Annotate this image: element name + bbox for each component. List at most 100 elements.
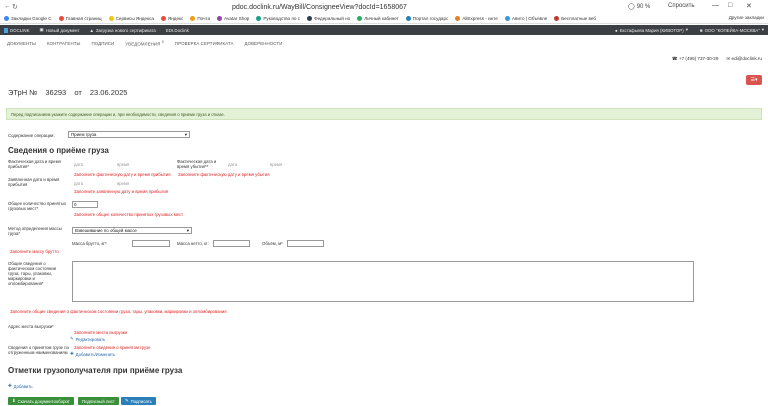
weight-method-label: Метод определения массы груза*	[8, 226, 62, 236]
bookmark-favicon-icon	[504, 16, 510, 21]
bookmark-item[interactable]: Главная страниц	[58, 16, 102, 21]
bookmark-favicon-icon	[58, 16, 64, 21]
section-title-marks: Отметки грузополучателя при приёме груза	[8, 366, 183, 375]
building-icon: ■	[699, 27, 703, 33]
places-input[interactable]: 0	[72, 201, 98, 208]
departure-date-input[interactable]: дата	[228, 162, 237, 167]
unload-address-error: Заполните места выгрузки	[74, 330, 128, 335]
bookmark-item[interactable]: AliExpress - инте	[455, 16, 498, 21]
user-menu[interactable]: ● Екстафьева Мария (КИВОТОР) ▾	[615, 27, 688, 33]
nav-documents[interactable]: ДОКУМЕНТЫ	[7, 41, 36, 46]
bookmark-item[interactable]: Федеральный но	[307, 16, 350, 21]
notifications-badge: 0	[161, 39, 164, 44]
email-contact[interactable]: ✉ edi@doclink.ru	[726, 56, 762, 62]
departure-error: Заполните фактическую дату и время убыти…	[178, 172, 270, 177]
bookmark-item[interactable]: Сервисы Яндекса	[108, 16, 154, 21]
bookmark-item[interactable]: Закладки Google C	[4, 16, 52, 21]
info-alert: Перед подписанием укажите содержание опе…	[6, 108, 762, 120]
bookmark-item[interactable]: Портал государс	[405, 16, 448, 21]
phone-contact: ☎ +7 (495) 737-30-29	[671, 56, 719, 61]
arrival-label: Фактическая дата и время прибытия*	[8, 159, 61, 169]
upload-certificate-link[interactable]: ▲ Загрузка нового сертификата	[89, 28, 155, 33]
zoom-indicator[interactable]: ◯ 90 %	[628, 3, 650, 11]
nav-certificate-check[interactable]: ПРОВЕРКА СЕРТИФИКАТА	[175, 41, 234, 46]
volume-input[interactable]	[287, 240, 324, 247]
bookmark-item[interactable]: Яндекс	[160, 16, 183, 21]
declared-date-input[interactable]: дата	[74, 181, 83, 186]
bookmark-favicon-icon	[357, 16, 363, 21]
document-icon: ▣	[39, 27, 44, 32]
download-workflow-button[interactable]: ⬇ Скачать документооборот	[8, 397, 74, 405]
reload-icon[interactable]: ↻	[12, 3, 18, 11]
bookmark-item[interactable]: Бесплатные веб	[554, 16, 596, 21]
bookmark-favicon-icon	[217, 16, 223, 21]
bookmark-favicon-icon	[108, 16, 114, 21]
net-weight-input[interactable]	[213, 240, 250, 247]
bookmark-item[interactable]: Авито | Объявле	[504, 16, 547, 21]
nav-notifications[interactable]: УВЕДОМЛЕНИЯ 0	[125, 40, 164, 46]
nav-contractors[interactable]: КОНТРАГЕНТЫ	[47, 41, 80, 46]
bookmark-favicon-icon	[160, 16, 166, 21]
plus-icon: ✚	[8, 383, 12, 388]
chevron-down-icon: ▾	[685, 27, 688, 32]
cargo-state-textarea[interactable]	[72, 261, 694, 302]
arrival-error: Заполните фактическую дату и время прибы…	[74, 172, 171, 177]
back-icon[interactable]: ←	[4, 3, 11, 10]
bookmark-item[interactable]: Avatar Shop	[217, 16, 249, 21]
main-navigation: ДОКУМЕНТЫ КОНТРАГЕНТЫ ПОДПИСИ УВЕДОМЛЕНИ…	[0, 38, 768, 48]
sign-button[interactable]: ✎ Подписать	[121, 397, 156, 405]
phone-icon: ☎	[671, 56, 678, 61]
download-icon: ⬇	[12, 398, 16, 403]
edi-link[interactable]: EDI.Doclink	[166, 28, 189, 33]
pen-icon: ✎	[125, 398, 129, 403]
new-document-link[interactable]: ▣ Новый документ	[40, 27, 80, 33]
bookmark-favicon-icon	[190, 16, 196, 21]
edit-goods-link[interactable]: ✚ Добавить/Изменить	[70, 351, 115, 357]
bookmark-favicon-icon	[405, 16, 411, 21]
maximize-icon[interactable]: □	[728, 2, 732, 9]
bookmark-favicon-icon	[554, 16, 560, 21]
operation-select[interactable]: Прием груза ▾	[68, 131, 190, 138]
close-icon[interactable]: ✕	[746, 2, 752, 10]
edit-address-link[interactable]: ✎ Редактировать	[70, 336, 105, 342]
operation-label: Содержание операции:	[8, 133, 55, 138]
declared-error: Заполните заявленную дату и время прибыт…	[74, 189, 169, 194]
add-mark-link[interactable]: ✚ Добавить	[8, 383, 33, 389]
contacts: ☎ +7 (495) 737-30-29 ✉ edi@doclink.ru	[672, 56, 762, 62]
departure-label: Фактическая дата и время убытия**	[177, 159, 217, 169]
page-title: ЭТрН № 36293 от 23.06.2025	[8, 88, 128, 97]
actions-menu-button[interactable]: ☰▾	[746, 75, 762, 85]
bookmark-favicon-icon	[256, 16, 262, 21]
weight-method-select[interactable]: Взвешивание по общей массе ▾	[72, 227, 192, 234]
departure-time-input[interactable]: время	[270, 162, 282, 167]
menu-icon: ☰▾	[750, 77, 758, 83]
arrival-time-input[interactable]: время	[117, 162, 129, 167]
cargo-state-label: Общие сведения о фактическом состоянии г…	[8, 261, 57, 286]
bookmark-item[interactable]: Почта	[190, 16, 210, 21]
declared-time-input[interactable]: время	[117, 181, 129, 186]
arrival-date-input[interactable]: дата	[74, 162, 83, 167]
app-bar: DOCLINK ▣ Новый документ ▲ Загрузка ново…	[0, 25, 768, 35]
zoom-icon: ◯	[628, 4, 635, 10]
chevron-down-icon: ▾	[186, 228, 189, 233]
other-bookmarks[interactable]: Другие закладки	[729, 15, 764, 20]
nav-powers-of-attorney[interactable]: ДОВЕРЕННОСТИ	[245, 41, 283, 46]
weight-error: Заполните массу брутто	[10, 249, 59, 254]
address-bar[interactable]: pdoc.doclink.ru/WayBill/ConsigneeView?do…	[232, 4, 407, 11]
places-error: Заполните общее количество принятых груз…	[74, 212, 184, 217]
org-menu[interactable]: ■ ООО "КОПЕЙКА-МОСКВА" ▾	[700, 27, 764, 33]
bookmark-item[interactable]: Руководство по с	[256, 16, 300, 21]
doclink-logo-icon	[4, 27, 8, 33]
brand-logo[interactable]: DOCLINK	[4, 27, 30, 33]
bookmark-favicon-icon	[307, 16, 313, 21]
minimize-icon[interactable]: —	[712, 2, 719, 9]
cargo-state-error: Заполните общие сведения о фактическом с…	[10, 309, 227, 314]
gross-weight-input[interactable]	[132, 240, 170, 247]
gross-weight-label: Масса брутто, кг*	[72, 241, 107, 246]
places-label: Общее количество принятых грузовых мест*	[8, 201, 66, 211]
chevron-down-icon: ▾	[184, 132, 187, 137]
bookmark-item[interactable]: Личный кабинет	[357, 16, 399, 21]
nav-signatures[interactable]: ПОДПИСИ	[92, 41, 115, 46]
sign-sheet-button[interactable]: Подписный лист	[78, 397, 119, 405]
ask-button[interactable]: Спросить	[668, 3, 694, 9]
